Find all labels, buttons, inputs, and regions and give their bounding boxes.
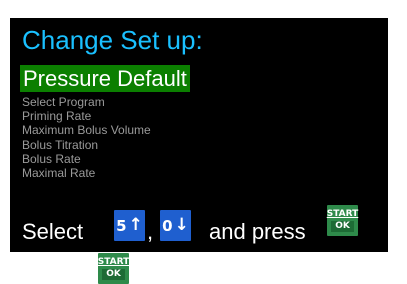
start-ok-key[interactable]: START OK [98, 253, 129, 284]
instruction-prefix: Select [22, 219, 84, 244]
selected-menu-item[interactable]: Pressure Default [20, 65, 190, 92]
up-key-digit: 5 [116, 216, 127, 235]
down-arrow-icon: ↓ [174, 215, 189, 235]
menu-item-maximal-rate[interactable]: Maximal Rate [22, 166, 151, 180]
up-key[interactable]: 5 ↑ [114, 210, 145, 241]
menu-item-bolus-titration[interactable]: Bolus Titration [22, 138, 151, 152]
menu-item-priming-rate[interactable]: Priming Rate [22, 109, 151, 123]
instruction-suffix: and press [209, 219, 306, 244]
screen-title: Change Set up: [22, 25, 203, 55]
menu-item-maximum-bolus-volume[interactable]: Maximum Bolus Volume [22, 123, 151, 137]
down-key[interactable]: 0 ↓ [160, 210, 191, 241]
device-screen: Change Set up: Pressure Default Select P… [10, 18, 388, 252]
start-ok-key-inline[interactable]: START OK [327, 205, 358, 236]
instruction-comma: , [147, 219, 154, 244]
ok-label: OK [331, 221, 354, 232]
down-key-digit: 0 [162, 216, 173, 235]
instruction-line: Select 5 ↑ , 0 ↓ and press START OK [22, 205, 384, 245]
setup-menu: Select Program Priming Rate Maximum Bolu… [22, 95, 151, 180]
up-arrow-icon: ↑ [128, 215, 143, 235]
menu-item-select-program[interactable]: Select Program [22, 95, 151, 109]
start-label: START [326, 209, 359, 219]
ok-label: OK [102, 269, 125, 280]
start-label: START [97, 257, 130, 267]
menu-item-bolus-rate[interactable]: Bolus Rate [22, 152, 151, 166]
